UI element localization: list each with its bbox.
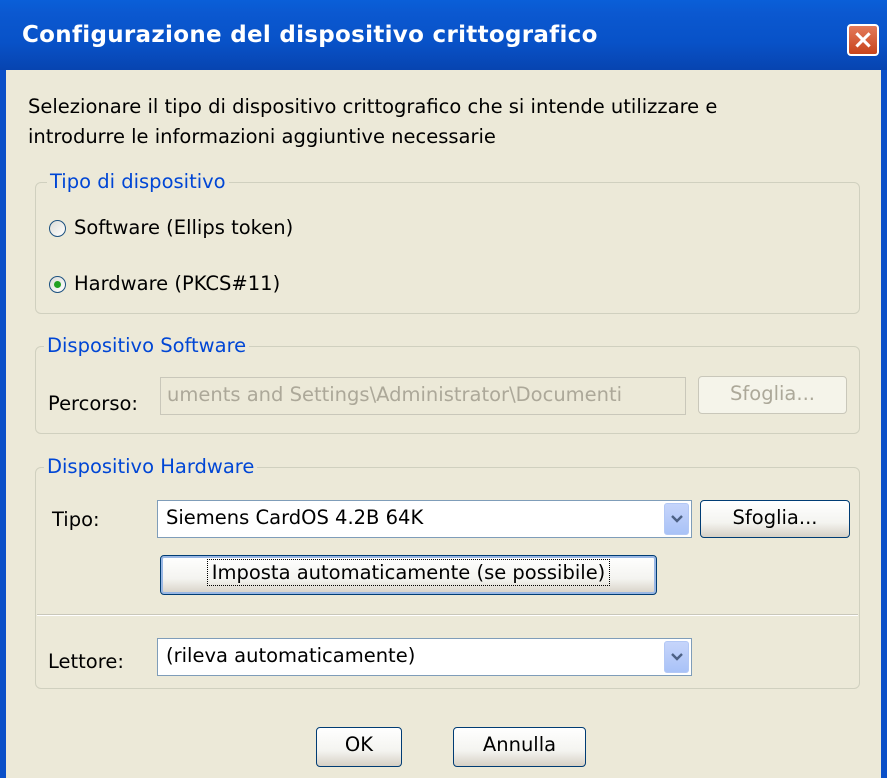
radio-software[interactable] <box>49 220 66 237</box>
auto-configure-label: Imposta automaticamente (se possibile) <box>206 559 611 586</box>
type-dropdown-button[interactable] <box>664 503 689 535</box>
intro-line-1: Selezionare il tipo di dispositivo critt… <box>28 95 718 118</box>
path-label: Percorso: <box>48 392 138 415</box>
type-select-value: Siemens CardOS 4.2B 64K <box>166 506 424 529</box>
path-input[interactable]: uments and Settings\Administrator\Docume… <box>160 377 686 415</box>
close-icon: × <box>852 25 874 55</box>
hardware-device-legend: Dispositivo Hardware <box>44 455 258 479</box>
cancel-button[interactable]: Annulla <box>453 727 586 767</box>
cancel-label: Annulla <box>482 733 557 756</box>
close-button[interactable]: × <box>847 24 879 56</box>
reader-dropdown-button[interactable] <box>664 641 689 673</box>
window-frame-right <box>881 70 887 778</box>
device-type-legend: Tipo di dispositivo <box>47 170 229 194</box>
auto-configure-button[interactable]: Imposta automaticamente (se possibile) <box>160 555 657 595</box>
intro-text: Selezionare il tipo di dispositivo critt… <box>28 92 848 152</box>
dialog-window: Configurazione del dispositivo crittogra… <box>0 0 887 778</box>
software-browse-label: Sfoglia... <box>730 382 815 405</box>
reader-label: Lettore: <box>48 650 124 673</box>
window-title: Configurazione del dispositivo crittogra… <box>22 22 598 48</box>
software-device-legend: Dispositivo Software <box>44 334 250 358</box>
reader-select-value: (rileva automaticamente) <box>166 644 416 667</box>
radio-software-label[interactable]: Software (Ellips token) <box>74 216 293 240</box>
chevron-down-icon <box>671 515 683 523</box>
hardware-separator <box>37 614 858 616</box>
intro-line-2: introdurre le informazioni aggiuntive ne… <box>28 125 496 148</box>
title-bar[interactable]: Configurazione del dispositivo crittogra… <box>0 0 887 70</box>
radio-hardware[interactable] <box>49 276 66 293</box>
hardware-browse-label: Sfoglia... <box>732 506 818 529</box>
chevron-down-icon <box>671 653 683 661</box>
ok-button[interactable]: OK <box>316 727 402 767</box>
ok-label: OK <box>344 733 374 756</box>
software-browse-button[interactable]: Sfoglia... <box>698 376 847 414</box>
hardware-browse-button[interactable]: Sfoglia... <box>700 500 850 538</box>
radio-hardware-label[interactable]: Hardware (PKCS#11) <box>74 272 280 296</box>
type-label: Tipo: <box>52 508 100 531</box>
type-select[interactable]: Siemens CardOS 4.2B 64K <box>157 500 692 538</box>
reader-select[interactable]: (rileva automaticamente) <box>157 638 692 676</box>
